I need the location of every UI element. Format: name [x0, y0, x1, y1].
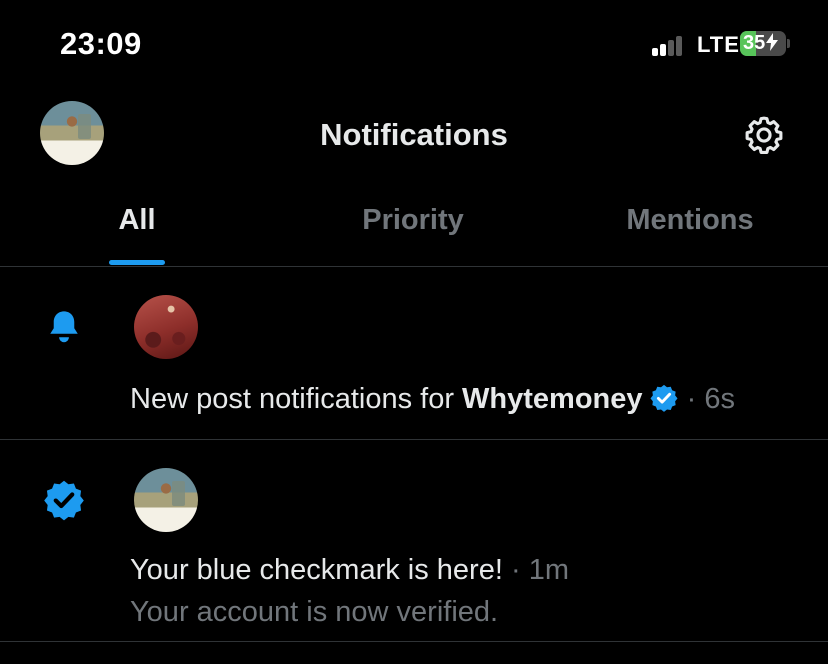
verified-badge-icon	[42, 478, 86, 522]
cellular-signal-icon	[652, 34, 692, 56]
charging-bolt-icon	[766, 33, 779, 51]
notification-time: 1m	[528, 554, 569, 586]
settings-button[interactable]	[742, 113, 786, 157]
notification-item[interactable]: Your blue checkmark is here! · 1m Your a…	[0, 440, 828, 640]
battery-percent: 35	[743, 32, 779, 55]
network-type: LTE	[697, 32, 740, 57]
tab-mentions[interactable]: Mentions	[552, 204, 828, 237]
verified-badge-icon	[650, 384, 678, 412]
active-tab-indicator	[109, 260, 165, 265]
profile-avatar[interactable]	[134, 468, 198, 532]
user-name[interactable]: Whytemoney	[462, 383, 642, 415]
notification-subtitle: Your account is now verified.	[130, 596, 499, 628]
status-bar: 23:09 LTE 35	[0, 0, 828, 90]
notification-tabs: All Priority Mentions	[0, 190, 828, 266]
tab-all[interactable]: All	[0, 204, 274, 237]
gear-icon	[745, 116, 783, 154]
bell-icon	[42, 305, 86, 349]
status-time: 23:09	[60, 26, 142, 61]
notification-time: 6s	[704, 383, 735, 415]
notification-text: New post notifications for Whytemoney · …	[130, 383, 735, 415]
battery-icon: 35	[740, 31, 790, 56]
header: Notifications	[0, 95, 828, 175]
notification-title: Your blue checkmark is here! · 1m	[130, 554, 569, 586]
notification-divider	[0, 641, 828, 642]
notification-item[interactable]: New post notifications for Whytemoney · …	[0, 267, 828, 439]
page-title: Notifications	[320, 117, 508, 152]
tab-priority[interactable]: Priority	[274, 204, 552, 237]
user-avatar[interactable]	[134, 295, 198, 359]
